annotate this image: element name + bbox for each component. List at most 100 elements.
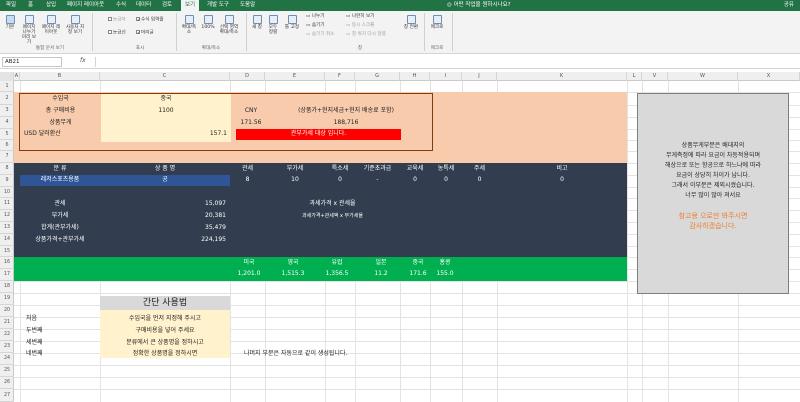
row-header[interactable]: 13	[0, 222, 14, 234]
tab-help[interactable]: 도움말	[240, 0, 255, 11]
tab-home[interactable]: 홈	[28, 0, 33, 11]
row-header[interactable]: 8	[0, 163, 14, 175]
tab-review[interactable]: 검토	[162, 0, 172, 11]
custom-views-label: 사용자 지정 보기	[65, 25, 85, 35]
column-header[interactable]: G	[355, 72, 400, 81]
hide-button[interactable]: ▭ 숨기기	[306, 23, 325, 29]
row-header[interactable]: 26	[0, 377, 14, 389]
row-header[interactable]: 9	[0, 175, 14, 187]
column-header[interactable]: W	[668, 72, 738, 81]
column-header[interactable]: V	[642, 72, 668, 81]
category-select[interactable]: 레저스포츠용품	[20, 176, 100, 184]
row-header[interactable]: 11	[0, 198, 14, 210]
split-button[interactable]: ▭ 나누기	[306, 14, 325, 20]
share-button[interactable]: 공유	[784, 0, 794, 11]
arrange-all-button[interactable]: 모두 정렬	[266, 15, 280, 35]
tab-formulas[interactable]: 수식	[116, 0, 126, 11]
tab-page-layout[interactable]: 페이지 레이아웃	[67, 0, 104, 11]
summary-label: 상품가격+관부가세	[35, 236, 85, 243]
page-break-preview-button[interactable]: 페이지 나누기 미리 보기	[20, 15, 38, 45]
freeze-panes-button[interactable]: 틀 고정	[284, 15, 300, 30]
column-header[interactable]: C	[100, 72, 230, 81]
fx-icon[interactable]: fx	[80, 57, 86, 64]
column-header[interactable]: K	[497, 72, 627, 81]
row-header[interactable]: 7	[0, 151, 14, 163]
total-cost-input[interactable]: 1100	[101, 107, 231, 115]
row-header[interactable]: 16	[0, 257, 14, 269]
row-header[interactable]: 15	[0, 246, 14, 257]
unhide-button[interactable]: ▭ 숨기기 취소	[306, 32, 334, 38]
column-header[interactable]: E	[265, 72, 325, 81]
row-header[interactable]: 19	[0, 293, 14, 305]
column-header[interactable]: X	[738, 72, 800, 81]
select-all-corner[interactable]	[0, 72, 14, 81]
tab-file[interactable]: 파일	[6, 0, 16, 11]
ribbon-divider	[424, 13, 425, 51]
row-header[interactable]: 18	[0, 281, 14, 293]
row-header[interactable]: 10	[0, 187, 14, 198]
row-header[interactable]: 25	[0, 365, 14, 377]
row-header[interactable]: 3	[0, 105, 14, 117]
zoom-group-label: 확대/축소	[201, 46, 221, 51]
column-header[interactable]: L	[627, 72, 642, 81]
row-headers: 1 2 3 4 5 6 7 8 9 10 11 12 13 14 15 16 1…	[0, 81, 14, 402]
tell-me-label: 어떤 작업을 원하시나요?	[453, 2, 511, 8]
row-header[interactable]: 20	[0, 305, 14, 317]
zoom-button[interactable]: 확대/축소	[181, 15, 197, 35]
formula-bar: AB21 fx	[0, 55, 800, 69]
row-header[interactable]: 4	[0, 117, 14, 129]
new-window-button[interactable]: 새 창	[250, 15, 264, 30]
macros-button[interactable]: 매크로	[428, 15, 446, 30]
column-header[interactable]: H	[400, 72, 430, 81]
row-header[interactable]: 12	[0, 210, 14, 222]
row-header[interactable]: 1	[0, 81, 14, 92]
freeze-panes-label: 틀 고정	[284, 25, 300, 30]
switch-windows-button[interactable]: 창 전환	[402, 15, 420, 30]
page-layout-view-button[interactable]: 페이지 레이아웃	[40, 15, 62, 35]
custom-views-button[interactable]: 사용자 지정 보기	[64, 15, 86, 35]
row-header[interactable]: 17	[0, 269, 14, 281]
usage-step-text: 분류에서 큰 상품명을 정하시고	[126, 339, 204, 346]
liquor-tax-rate: 0	[477, 176, 482, 183]
gridlines-checkbox[interactable]: 눈금선	[108, 30, 126, 37]
country-label-jp: 일본	[375, 259, 387, 266]
tab-insert[interactable]: 삽입	[46, 0, 56, 11]
name-box[interactable]: AB21	[2, 57, 62, 67]
product-select[interactable]: 공	[100, 176, 230, 184]
ruler-checkbox[interactable]: 눈금자	[108, 17, 126, 24]
side-note-line: 너무 많이 많아 져서요	[685, 192, 741, 199]
reset-position-button[interactable]: ▭ 창 위치 다시 정렬	[346, 32, 386, 38]
zoom-selection-icon	[224, 15, 234, 24]
import-country-select[interactable]: 중국	[101, 95, 231, 103]
row-header[interactable]: 14	[0, 234, 14, 246]
column-header[interactable]: D	[230, 72, 265, 81]
header-vat: 부가세	[286, 165, 304, 172]
headings-checkbox[interactable]: ✓머리글	[136, 30, 154, 37]
normal-view-button[interactable]: 기본	[2, 15, 18, 30]
row-header[interactable]: 22	[0, 329, 14, 341]
column-header[interactable]: F	[325, 72, 355, 81]
tab-developer[interactable]: 개발 도구	[207, 0, 229, 11]
summary-value: 224,195	[201, 236, 226, 243]
row-header[interactable]: 6	[0, 140, 14, 151]
country-label-eu: 유럽	[331, 259, 343, 266]
row-header[interactable]: 23	[0, 341, 14, 353]
column-header[interactable]: I	[430, 72, 462, 81]
row-header[interactable]: 2	[0, 92, 14, 105]
row-header[interactable]: 24	[0, 353, 14, 365]
tell-me-search[interactable]: ◎ 어떤 작업을 원하시나요?	[447, 0, 511, 11]
side-by-side-button[interactable]: ▭ 나란히 보기	[346, 14, 374, 20]
new-window-label: 새 창	[252, 25, 262, 30]
formula-bar-checkbox[interactable]: ✓수식 입력줄	[136, 17, 164, 24]
row-header[interactable]: 27	[0, 389, 14, 402]
row-header[interactable]: 21	[0, 317, 14, 329]
zoom-100-button[interactable]: 100%	[200, 15, 216, 30]
tab-view[interactable]: 보기	[181, 0, 200, 11]
zoom-to-selection-button[interactable]: 선택 영역 확대/축소	[218, 15, 240, 35]
row-header[interactable]: 5	[0, 129, 14, 140]
column-header[interactable]: J	[462, 72, 497, 81]
sync-scroll-button[interactable]: ▭ 동시 스크롤	[346, 23, 374, 29]
tab-data[interactable]: 데이터	[136, 0, 151, 11]
formula-input[interactable]	[95, 57, 795, 67]
column-header[interactable]: B	[20, 72, 100, 81]
